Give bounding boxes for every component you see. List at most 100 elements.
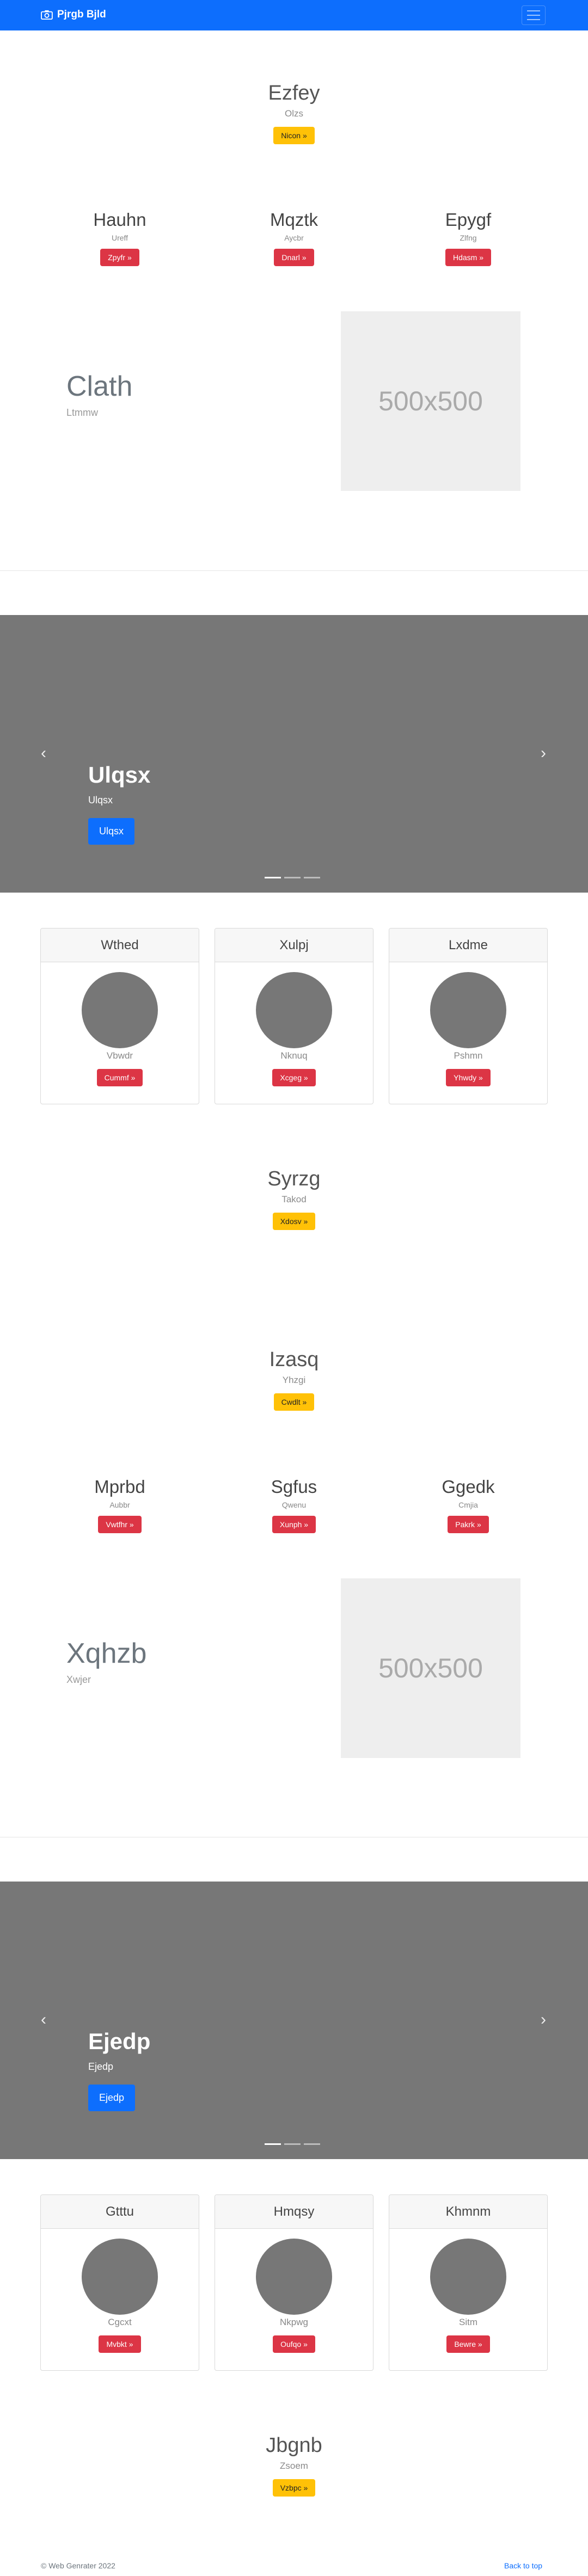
hero-title: Syrzg (267, 1167, 321, 1190)
carousel-2: ‹ › Ejedp Ejedp Ejedp (0, 1882, 588, 2159)
back-to-top-link[interactable]: Back to top (504, 2561, 542, 2570)
footer-copyright: © Web Genrater 2022 (41, 2561, 115, 2570)
hero-title: Izasq (269, 1348, 319, 1371)
avatar-placeholder (82, 2239, 158, 2315)
column-title: Mqztk (270, 210, 318, 230)
column-text: Zlfng (460, 233, 477, 242)
hamburger-icon[interactable] (522, 5, 546, 25)
hero-subtitle: Yhzgi (282, 1375, 306, 1385)
column-text: Qwenu (281, 1501, 307, 1509)
hero-subtitle: Takod (281, 1194, 307, 1204)
card-4: Gtttu Cgcxt Mvbkt » (40, 2194, 199, 2371)
column-2: Mqztk Aycbr Dnarl » (207, 210, 381, 266)
column-button[interactable]: Hdasm » (445, 249, 492, 266)
hero-button[interactable]: Nicon » (273, 127, 315, 144)
column-3: Epygf Zlfng Hdasm » (381, 210, 555, 266)
card-2: Xulpj Nknuq Xcgeg » (215, 928, 373, 1104)
column-6: Ggedk Cmjia Pakrk » (381, 1477, 555, 1533)
hero-section-1: Ezfey Olzs Nicon » (0, 82, 588, 144)
column-button[interactable]: Zpyfr » (100, 249, 139, 266)
chevron-right-icon[interactable]: › (532, 742, 554, 764)
hero-subtitle: Zsoem (280, 2461, 308, 2471)
brand-link[interactable]: Pjrgb Bjld (41, 9, 106, 21)
card-button[interactable]: Mvbkt » (99, 2335, 141, 2353)
card-header: Gtttu (41, 2195, 199, 2229)
hero-title: Ezfey (268, 82, 320, 104)
column-button[interactable]: Vwtfhr » (98, 1516, 142, 1533)
carousel-1: ‹ › Ulqsx Ulqsx Ulqsx (0, 615, 588, 893)
column-1: Hauhn Ureff Zpyfr » (33, 210, 207, 266)
indicator-3[interactable] (304, 2143, 320, 2145)
card-button[interactable]: Xcgeg » (272, 1069, 316, 1086)
column-4: Mprbd Aubbr Vwtfhr » (33, 1477, 207, 1533)
card-header: Hmqsy (215, 2195, 373, 2229)
hero-section-3: Izasq Yhzgi Cwdlt » (0, 1348, 588, 1411)
hero-section-2: Syrzg Takod Xdosv » (0, 1167, 588, 1230)
card-text: Nkpwg (280, 2317, 308, 2327)
hero-button[interactable]: Xdosv » (272, 1213, 316, 1230)
column-button[interactable]: Dnarl » (274, 249, 314, 266)
column-title: Hauhn (93, 210, 146, 230)
carousel-button[interactable]: Ejedp (88, 2085, 136, 2111)
card-3: Lxdme Pshmn Yhwdy » (389, 928, 548, 1104)
hero-button[interactable]: Vzbpc » (272, 2479, 316, 2497)
card-header: Xulpj (215, 929, 373, 962)
indicator-2[interactable] (284, 2143, 301, 2145)
placeholder-image: 500x500 (341, 1578, 520, 1758)
carousel-title: Ulqsx (88, 762, 151, 788)
indicator-2[interactable] (284, 877, 301, 878)
column-text: Aubbr (109, 1501, 130, 1509)
hero-button[interactable]: Cwdlt » (273, 1393, 315, 1411)
avatar-placeholder (430, 2239, 506, 2315)
card-button[interactable]: Cummf » (96, 1069, 143, 1086)
navbar: Pjrgb Bjld (0, 0, 588, 30)
column-button[interactable]: Pakrk » (448, 1516, 489, 1533)
column-text: Ureff (111, 233, 128, 242)
card-button[interactable]: Yhwdy » (446, 1069, 491, 1086)
chevron-right-icon[interactable]: › (532, 2009, 554, 2031)
chevron-left-icon[interactable]: ‹ (33, 742, 54, 764)
card-1: Wthed Vbwdr Cummf » (40, 928, 199, 1104)
hero-title: Jbgnb (266, 2434, 322, 2457)
card-header: Wthed (41, 929, 199, 962)
avatar-placeholder (256, 2239, 332, 2315)
column-5: Sgfus Qwenu Xunph » (207, 1477, 381, 1533)
carousel-indicators (265, 2143, 320, 2145)
card-button[interactable]: Bewre » (446, 2335, 490, 2353)
feature-title: Xqhzb (66, 1638, 147, 1669)
placeholder-image: 500x500 (341, 311, 520, 491)
card-5: Hmqsy Nkpwg Oufqo » (215, 2194, 373, 2371)
feature-subtitle: Ltmmw (66, 407, 98, 418)
brand-label: Pjrgb Bjld (57, 9, 106, 20)
card-text: Vbwdr (106, 1050, 133, 1061)
carousel-button[interactable]: Ulqsx (88, 818, 135, 845)
column-button[interactable]: Xunph » (272, 1516, 316, 1533)
column-title: Sgfus (271, 1477, 317, 1497)
carousel-subtitle: Ulqsx (88, 795, 113, 806)
card-text: Pshmn (454, 1050, 483, 1061)
column-title: Ggedk (442, 1477, 495, 1497)
indicator-1[interactable] (265, 2143, 281, 2145)
hero-section-4: Jbgnb Zsoem Vzbpc » (0, 2434, 588, 2497)
column-text: Aycbr (284, 233, 304, 242)
carousel-title: Ejedp (88, 2028, 151, 2054)
card-text: Nknuq (280, 1050, 308, 1061)
avatar-placeholder (430, 972, 506, 1048)
column-title: Epygf (445, 210, 492, 230)
indicator-3[interactable] (304, 877, 320, 878)
divider (0, 570, 588, 571)
indicator-1[interactable] (265, 877, 281, 878)
card-text: Sitm (459, 2317, 477, 2327)
camera-icon (41, 10, 53, 20)
hero-subtitle: Olzs (285, 108, 303, 119)
carousel-indicators (265, 877, 320, 878)
card-header: Lxdme (389, 929, 547, 962)
feature-subtitle: Xwjer (66, 1674, 91, 1685)
avatar-placeholder (256, 972, 332, 1048)
card-header: Khmnm (389, 2195, 547, 2229)
column-text: Cmjia (458, 1501, 478, 1509)
card-button[interactable]: Oufqo » (273, 2335, 315, 2353)
chevron-left-icon[interactable]: ‹ (33, 2009, 54, 2031)
feature-title: Clath (66, 371, 133, 402)
carousel-subtitle: Ejedp (88, 2061, 114, 2072)
